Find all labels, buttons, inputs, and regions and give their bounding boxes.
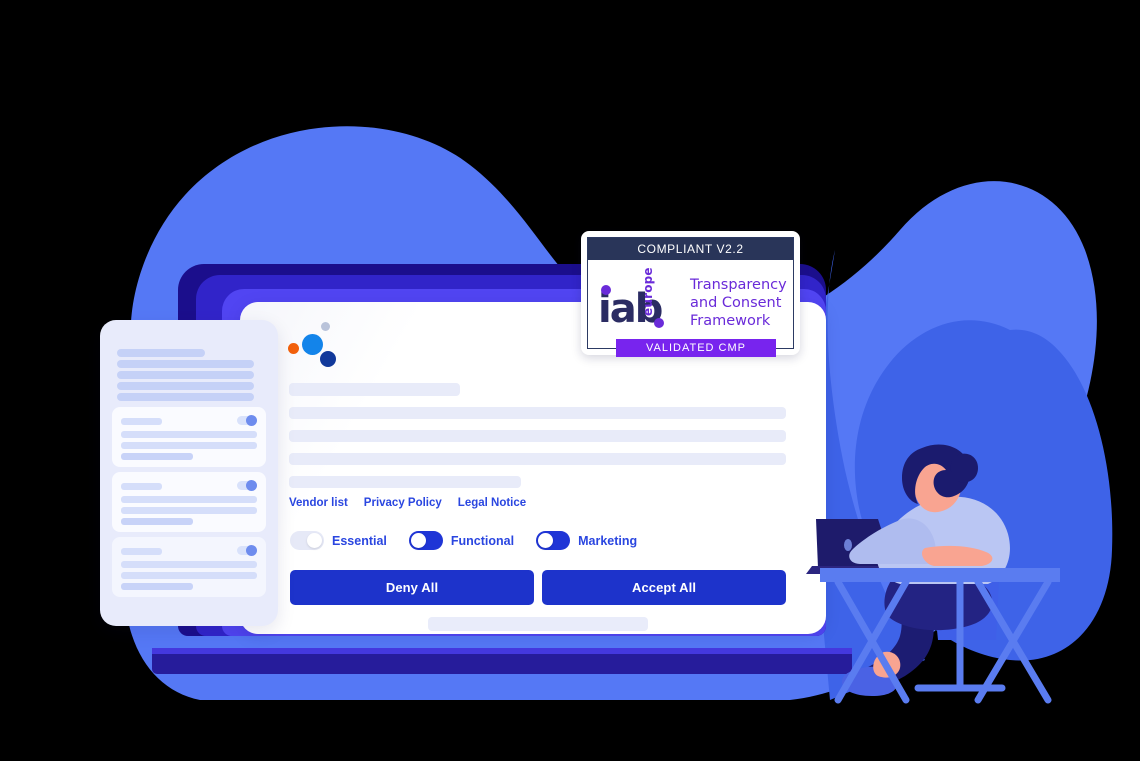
iab-i-dot-icon bbox=[601, 285, 611, 295]
iab-period-icon bbox=[654, 318, 664, 328]
person-at-desk-illustration bbox=[806, 444, 1060, 704]
illustration-stage: Vendor list Privacy Policy Legal Notice … bbox=[0, 0, 1140, 761]
tcf-line-1: Transparency bbox=[690, 277, 787, 294]
tcf-framework-text: Transparency and Consent Framework bbox=[690, 277, 787, 330]
badge-inner-frame: COMPLIANT V2.2 iab europe Transparency a… bbox=[587, 237, 794, 357]
iab-europe-label: europe bbox=[641, 267, 655, 316]
desk-top bbox=[820, 568, 1060, 582]
badge-body: iab europe Transparency and Consent Fram… bbox=[588, 260, 793, 348]
badge-footer-label: VALIDATED CMP bbox=[616, 339, 776, 357]
iab-logo: iab europe bbox=[596, 267, 688, 333]
desk-laptop-logo bbox=[844, 539, 852, 551]
iab-tcf-badge: COMPLIANT V2.2 iab europe Transparency a… bbox=[581, 231, 800, 357]
hair-bun bbox=[950, 453, 978, 483]
tcf-line-2: and Consent bbox=[690, 295, 782, 312]
badge-header-label: COMPLIANT V2.2 bbox=[588, 238, 793, 260]
tcf-line-3: Framework bbox=[690, 312, 771, 329]
